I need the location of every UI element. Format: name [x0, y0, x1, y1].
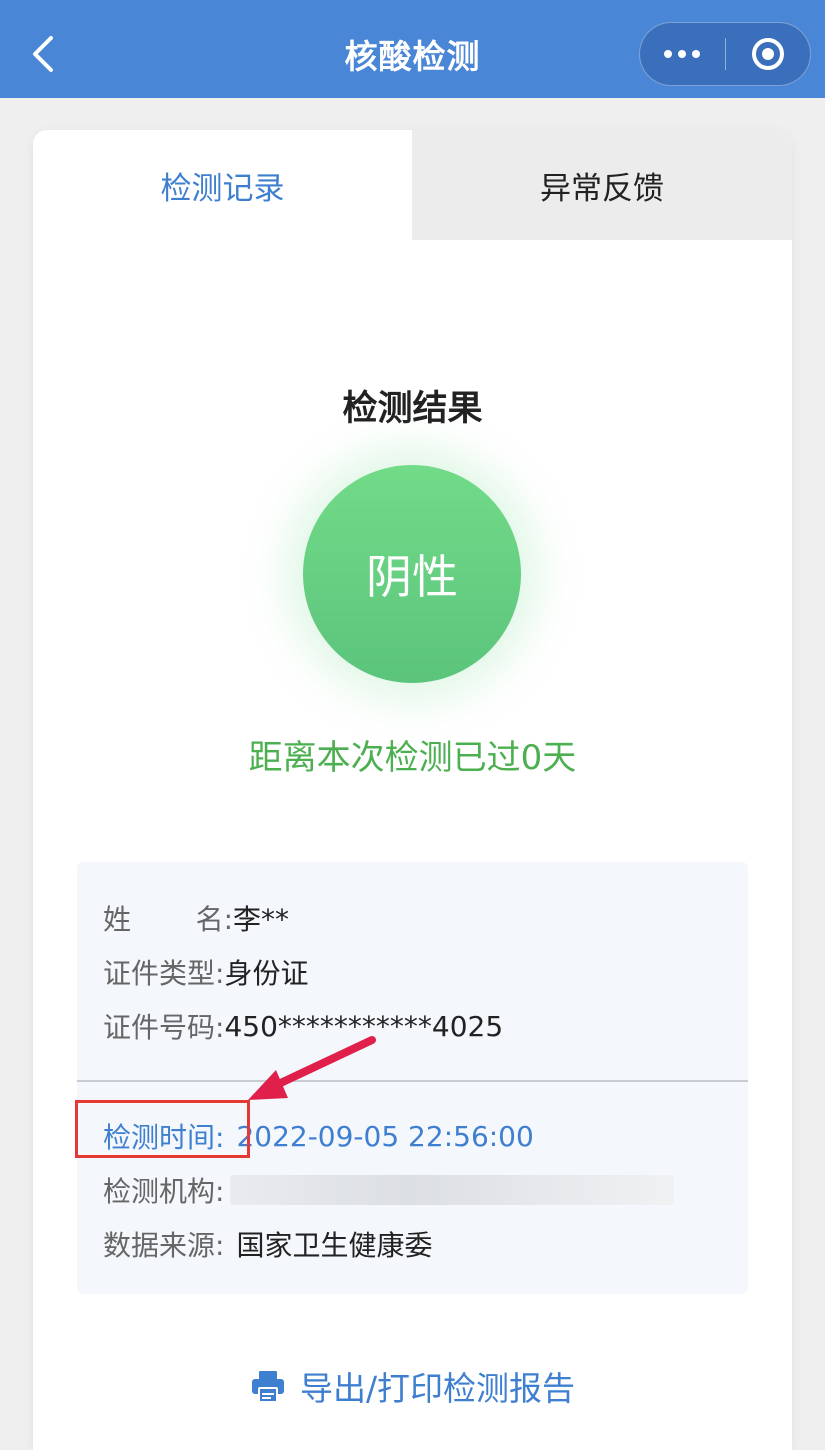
name-value: 李** [233, 903, 290, 936]
close-button[interactable] [726, 22, 811, 86]
info-panel: 姓名: 李** 证件类型: 身份证 证件号码: 450***********40… [77, 862, 748, 1294]
name-label: 姓名: [103, 903, 233, 936]
institution-label: 检测机构: [103, 1175, 225, 1208]
info-divider [77, 1080, 748, 1082]
days-since-test: 距离本次检测已过0天 [248, 738, 577, 778]
result-title: 检测结果 [342, 389, 483, 429]
id-type-label: 证件类型: [103, 957, 225, 990]
result-status-badge: 阴性 [303, 465, 521, 683]
more-button[interactable] [640, 22, 725, 86]
printer-icon [251, 1371, 284, 1403]
mini-program-capsule [639, 22, 811, 86]
test-time-value: 2022-09-05 22:56:00 [236, 1119, 534, 1153]
tab-test-records[interactable]: 检测记录 [33, 130, 412, 240]
id-type-row: 证件类型: 身份证 [103, 952, 308, 992]
result-status-text: 阴性 [366, 550, 458, 604]
more-dots-icon [664, 50, 701, 58]
main-card: 检测记录 异常反馈 检测结果 阴性 距离本次检测已过0天 姓名: 李** 证件类… [33, 130, 792, 1450]
institution-value-redacted [230, 1175, 675, 1205]
id-number-label: 证件号码: [103, 1011, 225, 1044]
target-circle-icon [751, 38, 784, 70]
data-source-value: 国家卫生健康委 [236, 1229, 433, 1262]
export-report-button[interactable]: 导出/打印检测报告 [33, 1362, 792, 1410]
tab-feedback[interactable]: 异常反馈 [412, 130, 792, 240]
export-label: 导出/打印检测报告 [299, 1369, 576, 1408]
nav-bar: 核酸检测 [0, 0, 825, 98]
annotation-highlight-box [75, 1100, 250, 1158]
id-type-value: 身份证 [224, 957, 309, 990]
name-row: 姓名: 李** [103, 898, 289, 938]
institution-row: 检测机构: [103, 1170, 675, 1210]
data-source-row: 数据来源: 国家卫生健康委 [103, 1224, 432, 1264]
data-source-label: 数据来源: [103, 1229, 225, 1262]
annotation-arrow-icon [248, 1036, 376, 1100]
